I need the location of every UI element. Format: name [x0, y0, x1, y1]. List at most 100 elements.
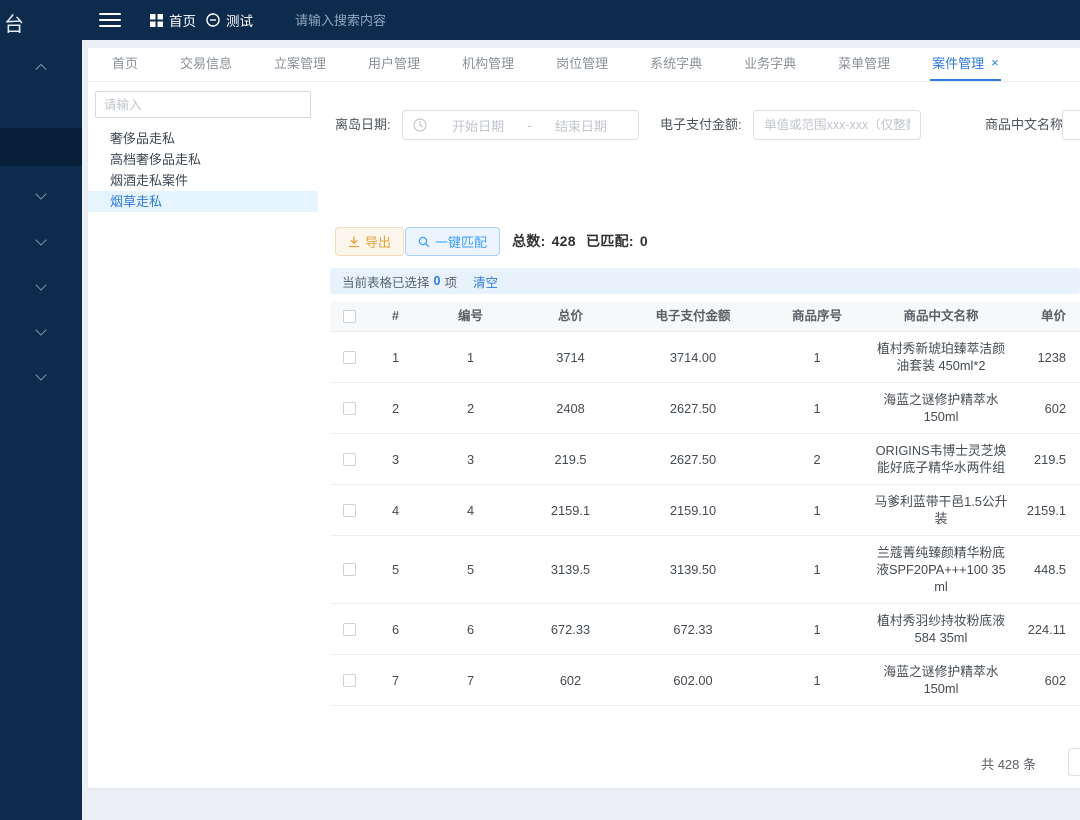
date-filter-label: 离岛日期: — [335, 110, 391, 140]
tab-机构管理[interactable]: 机构管理 — [460, 45, 516, 81]
table-body: 1137143714.001植村秀新琥珀臻萃洁颜油套装 450ml*212382… — [330, 332, 1080, 724]
sidebar-group-3[interactable] — [0, 275, 82, 295]
download-icon — [348, 236, 360, 248]
product-name-filter-input[interactable] — [1062, 110, 1080, 140]
tab-案件管理[interactable]: 案件管理 × — [930, 45, 1001, 81]
date-range-picker[interactable]: 开始日期 - 结束日期 — [402, 110, 639, 140]
checkbox-cell — [330, 453, 368, 466]
row-checkbox[interactable] — [343, 402, 356, 415]
tab-岗位管理[interactable]: 岗位管理 — [554, 45, 610, 81]
sidebar-collapse-up[interactable] — [0, 58, 82, 78]
cell-seq: 1 — [763, 400, 871, 417]
search-icon — [418, 236, 430, 248]
cell-seq: 1 — [763, 723, 871, 724]
tab-交易信息[interactable]: 交易信息 — [178, 45, 234, 81]
date-separator: - — [525, 118, 533, 133]
cell-index: 8 — [368, 723, 423, 724]
minus-circle-icon — [206, 13, 220, 27]
date-end-placeholder[interactable]: 结束日期 — [534, 116, 628, 135]
cell-epay: 1494.57 — [623, 723, 763, 724]
nav-item-test[interactable]: 测试 — [206, 0, 253, 40]
cell-seq: 1 — [763, 502, 871, 519]
tab-系统字典[interactable]: 系统字典 — [648, 45, 704, 81]
clock-icon — [413, 118, 427, 132]
select-all-checkbox[interactable] — [343, 310, 356, 323]
tab-label: 业务字典 — [744, 53, 796, 72]
cell-name: 植村秀羽纱持妆粉底液 584 35ml — [871, 604, 1011, 654]
chevron-up-icon — [35, 64, 46, 75]
category-list: 奢侈品走私高档奢侈品走私烟酒走私案件烟草走私 — [88, 128, 318, 212]
cell-index: 6 — [368, 621, 423, 638]
hamburger-menu-icon[interactable] — [99, 13, 121, 28]
content-card: 首页交易信息立案管理用户管理机构管理岗位管理系统字典业务字典菜单管理案件管理× … — [88, 48, 1080, 788]
cell-unit: 2159.1 — [1011, 502, 1080, 519]
cell-name: 卡诗菁纯亮泽经典香氛 — [871, 715, 1011, 724]
cell-index: 2 — [368, 400, 423, 417]
checkbox-cell — [330, 563, 368, 576]
tab-label: 用户管理 — [368, 53, 420, 72]
record-count-text: 共 428 条 — [981, 754, 1036, 773]
sidebar-group-5[interactable] — [0, 365, 82, 385]
cell-unit: 224.11 — [1011, 621, 1080, 638]
cell-name: 马爹利蓝带干邑1.5公升装 — [871, 485, 1011, 535]
row-checkbox[interactable] — [343, 504, 356, 517]
category-search-input[interactable] — [95, 91, 311, 118]
cell-code: 5 — [423, 561, 518, 578]
tab-label: 案件管理 — [932, 53, 984, 72]
one-click-match-button[interactable]: 一键匹配 — [405, 227, 500, 256]
tab-label: 菜单管理 — [838, 53, 890, 72]
cell-name: 兰蔻菁纯臻颜精华粉底液SPF20PA+++100 35 ml — [871, 536, 1011, 603]
chevron-down-icon — [35, 369, 46, 380]
export-button[interactable]: 导出 — [335, 227, 404, 256]
cell-epay: 2159.10 — [623, 502, 763, 519]
checkbox-cell — [330, 623, 368, 636]
total-label: 总数: — [512, 233, 546, 249]
tab-菜单管理[interactable]: 菜单管理 — [836, 45, 892, 81]
nav-item-home[interactable]: 首页 — [150, 0, 196, 40]
category-item[interactable]: 烟草走私 — [88, 191, 318, 212]
cell-code: 8 — [423, 723, 518, 724]
global-search-input[interactable] — [295, 13, 475, 28]
clear-selection-link[interactable]: 清空 — [473, 272, 498, 291]
page-size-select[interactable] — [1068, 748, 1080, 776]
row-checkbox[interactable] — [343, 453, 356, 466]
epay-filter-input[interactable] — [753, 110, 921, 140]
cell-epay: 3139.50 — [623, 561, 763, 578]
global-search[interactable] — [295, 0, 475, 40]
table-header-row: #编号总价电子支付金额商品序号商品中文名称单价 — [330, 302, 1080, 332]
sidebar-group-4[interactable] — [0, 320, 82, 340]
row-checkbox[interactable] — [343, 351, 356, 364]
category-item[interactable]: 奢侈品走私 — [88, 128, 318, 149]
row-checkbox[interactable] — [343, 674, 356, 687]
tab-立案管理[interactable]: 立案管理 — [272, 45, 328, 81]
cell-total: 2408 — [518, 400, 623, 417]
tab-首页[interactable]: 首页 — [110, 45, 140, 81]
cell-code: 4 — [423, 502, 518, 519]
category-item[interactable]: 高档奢侈品走私 — [88, 149, 318, 170]
cell-total: 602 — [518, 672, 623, 689]
row-checkbox[interactable] — [343, 623, 356, 636]
close-icon[interactable]: × — [991, 58, 999, 68]
tab-用户管理[interactable]: 用户管理 — [366, 45, 422, 81]
tab-bar: 首页 交易信息 立案管理 用户管理 机构管理 岗位管理 系统字典 业务字典 菜单管理 案件管理 × — [88, 48, 1080, 82]
chevron-down-icon — [35, 279, 46, 290]
cell-code: 6 — [423, 621, 518, 638]
sidebar-active-item[interactable] — [0, 128, 82, 166]
nav-test-label: 测试 — [226, 10, 253, 30]
nav-home-label: 首页 — [169, 10, 196, 30]
row-checkbox[interactable] — [343, 563, 356, 576]
total-value: 428 — [552, 233, 576, 249]
category-item[interactable]: 烟酒走私案件 — [88, 170, 318, 191]
cell-index: 5 — [368, 561, 423, 578]
cell-epay: 3714.00 — [623, 349, 763, 366]
date-start-placeholder[interactable]: 开始日期 — [431, 116, 525, 135]
cell-code: 7 — [423, 672, 518, 689]
main-area: 离岛日期: 开始日期 - 结束日期 电子支付金额: 商品中文名称: 导出 一键匹… — [330, 82, 1080, 788]
sidebar-group-1[interactable] — [0, 184, 82, 204]
logo-text-fragment: 台 — [4, 8, 25, 37]
tab-业务字典[interactable]: 业务字典 — [742, 45, 798, 81]
selection-count: 0 — [434, 274, 441, 288]
cell-unit: 448.5 — [1011, 561, 1080, 578]
cell-code: 1 — [423, 349, 518, 366]
sidebar-group-2[interactable] — [0, 230, 82, 250]
